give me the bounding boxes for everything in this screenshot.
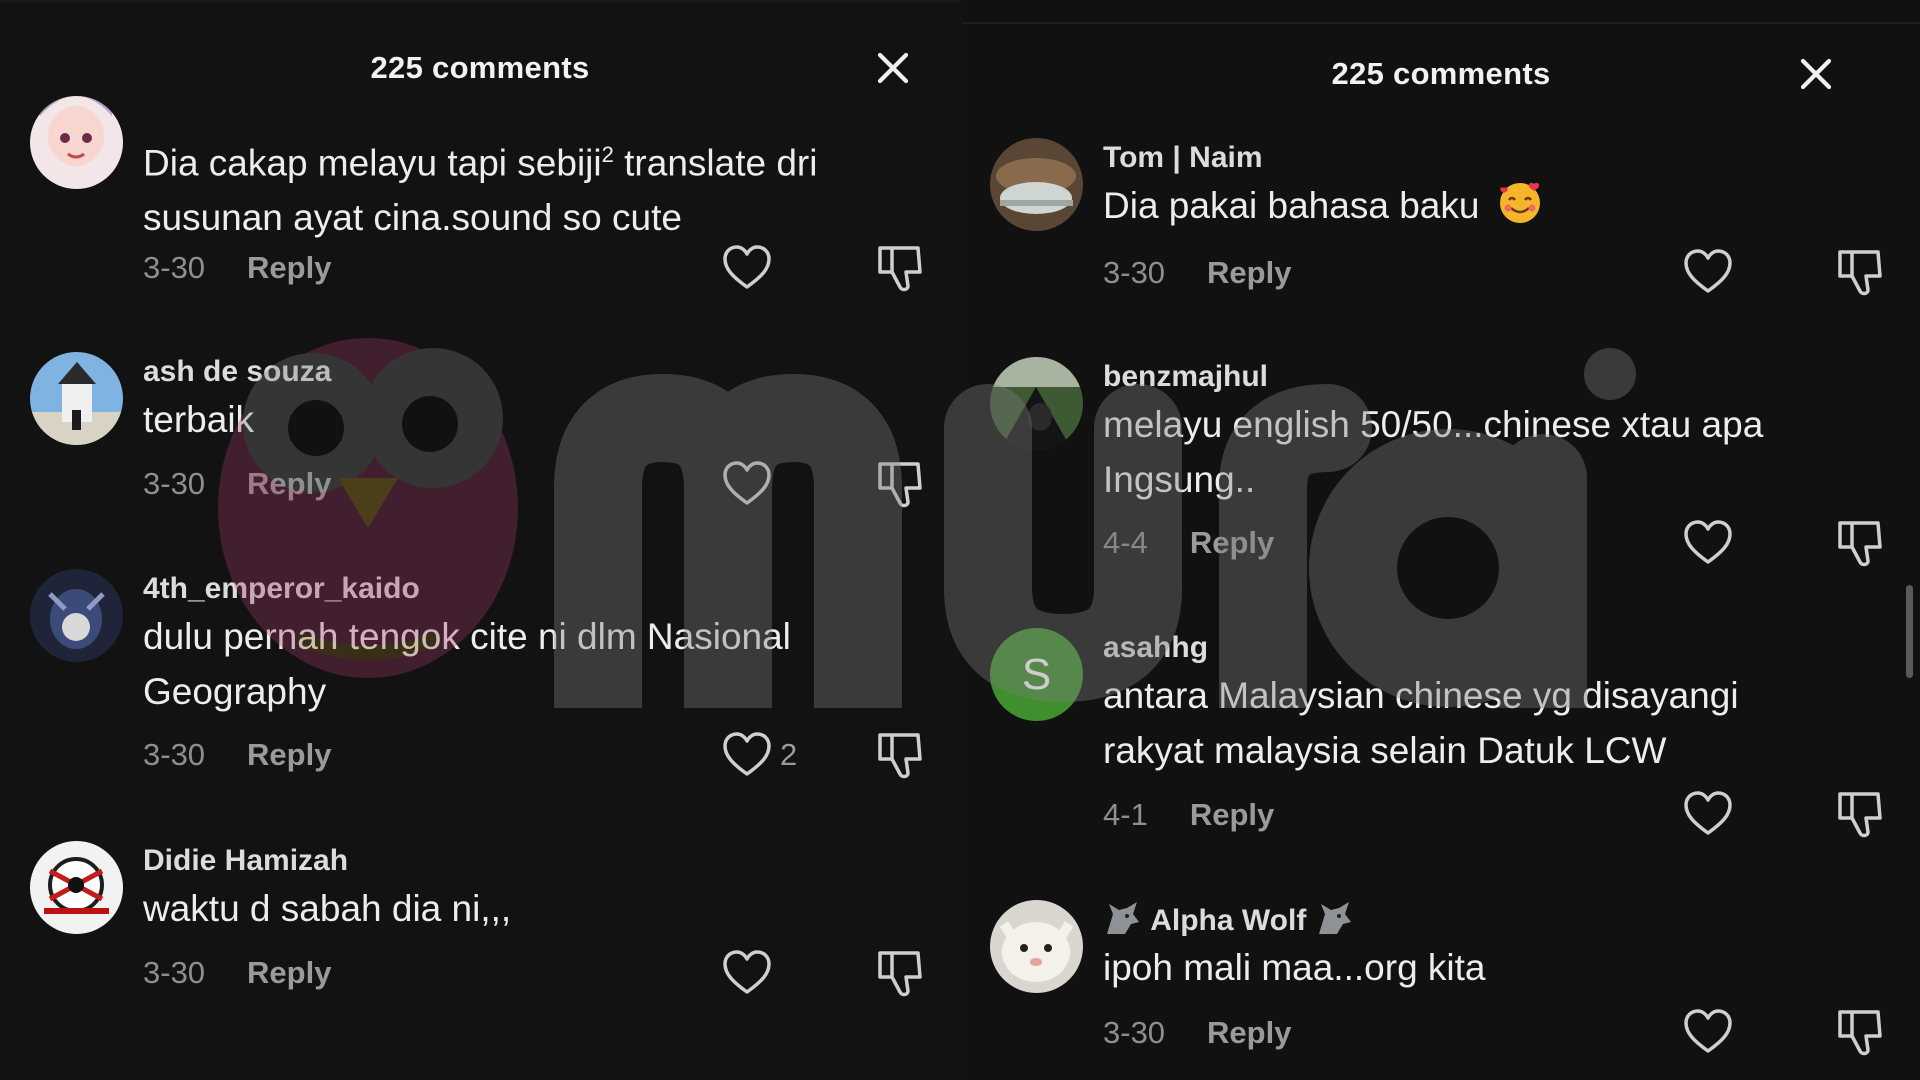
comment-username[interactable]: benzmajhul	[1103, 357, 1900, 397]
comment-item: 4th_emperor_kaido dulu pernah tengok cit…	[0, 569, 960, 789]
comment-date: 3-30	[1103, 255, 1166, 290]
comment-username[interactable]: Didie Hamizah	[143, 841, 940, 881]
like-heart-icon[interactable]	[721, 947, 773, 999]
comments-count-title: 225 comments	[1331, 56, 1551, 91]
divider	[962, 22, 1920, 24]
comment-text: terbaik	[143, 399, 255, 440]
dislike-icon[interactable]	[874, 458, 926, 510]
comment-username[interactable]: Tom | Naim	[1103, 138, 1900, 178]
avatar[interactable]	[30, 841, 123, 934]
comment-username[interactable]: 4th_emperor_kaido	[143, 569, 940, 609]
comment-text: rakyat malaysia selain Datuk LCW	[1103, 730, 1667, 771]
close-icon[interactable]	[873, 48, 913, 88]
comment-date: 3-30	[143, 737, 206, 772]
right-comments-panel: 225 comments Tom | Naim Dia pakai bahasa…	[962, 0, 1920, 1080]
avatar[interactable]	[30, 352, 123, 445]
reply-button[interactable]: Reply	[247, 737, 331, 773]
comment-text: ipoh mali maa...org kita	[1103, 947, 1486, 988]
like-heart-icon[interactable]	[1682, 517, 1734, 569]
reply-button[interactable]: Reply	[247, 250, 331, 286]
reply-button[interactable]: Reply	[247, 466, 331, 502]
comment-text: Ingsung..	[1103, 459, 1256, 500]
comment-date: 4-1	[1103, 797, 1148, 832]
reply-button[interactable]: Reply	[1190, 797, 1274, 833]
comment-date: 4-4	[1103, 525, 1148, 560]
comment-text: Geography	[143, 671, 327, 712]
dislike-icon[interactable]	[1834, 517, 1886, 569]
dislike-icon[interactable]	[1834, 246, 1886, 298]
reply-button[interactable]: Reply	[1207, 1015, 1291, 1051]
avatar[interactable]	[990, 357, 1083, 450]
like-heart-icon[interactable]	[721, 458, 773, 510]
comment-text: dulu pernah tengok cite ni dlm Nasional	[143, 616, 791, 657]
wolf-icon	[1103, 900, 1143, 938]
comment-item: Tom | Naim Dia pakai bahasa baku 3-30 Re…	[962, 138, 1920, 318]
comment-text: melayu english 50/50...chinese xtau apa	[1103, 404, 1764, 445]
comment-item: Alpha Wolf ipoh mali maa...org kita 3-30…	[962, 900, 1920, 1070]
comment-username[interactable]: ash de souza	[143, 352, 940, 392]
wolf-icon	[1315, 900, 1355, 938]
comment-item: ash de souza terbaik 3-30 Reply	[0, 352, 960, 522]
avatar[interactable]: S	[990, 628, 1083, 721]
comment-item: Didie Hamizah waktu d sabah dia ni,,, 3-…	[0, 841, 960, 1021]
like-count: 2	[780, 737, 798, 772]
dislike-icon[interactable]	[1834, 1006, 1886, 1058]
avatar[interactable]	[30, 569, 123, 662]
comment-text: susunan ayat cina.sound so cute	[143, 197, 682, 239]
dislike-icon[interactable]	[874, 947, 926, 999]
comment-text: Dia pakai bahasa baku	[1103, 178, 1900, 233]
comment-item: Dia cakap melayu tapi sebiji2 translate …	[0, 96, 960, 312]
left-comments-panel: 225 comments Dia cakap melayu tapi sebij…	[0, 0, 960, 1080]
comments-count-title: 225 comments	[370, 50, 590, 85]
comments-header: 225 comments	[0, 48, 960, 88]
avatar[interactable]	[30, 96, 123, 189]
comment-item: S asahhg antara Malaysian chinese yg dis…	[962, 628, 1920, 848]
comment-item: benzmajhul melayu english 50/50...chines…	[962, 357, 1920, 577]
close-icon[interactable]	[1796, 54, 1836, 94]
reply-button[interactable]: Reply	[247, 955, 331, 991]
dislike-icon[interactable]	[1834, 788, 1886, 840]
comment-text: waktu d sabah dia ni,,,	[143, 888, 512, 929]
avatar[interactable]	[990, 138, 1083, 231]
scrollbar[interactable]	[1906, 585, 1913, 678]
comment-date: 3-30	[143, 955, 206, 990]
comment-username[interactable]: Alpha Wolf	[1103, 900, 1900, 940]
reply-button[interactable]: Reply	[1207, 255, 1291, 291]
comments-header: 225 comments	[962, 54, 1920, 94]
dislike-icon[interactable]	[874, 242, 926, 294]
like-heart-icon[interactable]	[721, 242, 773, 294]
like-heart-icon[interactable]	[1682, 788, 1734, 840]
dislike-icon[interactable]	[874, 729, 926, 781]
avatar-letter: S	[1021, 649, 1052, 699]
reply-button[interactable]: Reply	[1190, 525, 1274, 561]
comment-date: 3-30	[143, 250, 206, 285]
comment-date: 3-30	[143, 466, 206, 501]
comment-text: Dia cakap melayu tapi sebiji2 translate …	[143, 142, 818, 184]
like-heart-icon[interactable]	[1682, 1006, 1734, 1058]
avatar[interactable]	[990, 900, 1083, 993]
smiling-face-with-hearts-icon	[1496, 178, 1544, 226]
like-heart-icon[interactable]	[721, 729, 773, 781]
comment-date: 3-30	[1103, 1015, 1166, 1050]
like-heart-icon[interactable]	[1682, 246, 1734, 298]
comment-username[interactable]: asahhg	[1103, 628, 1900, 668]
comment-text: antara Malaysian chinese yg disayangi	[1103, 675, 1739, 716]
